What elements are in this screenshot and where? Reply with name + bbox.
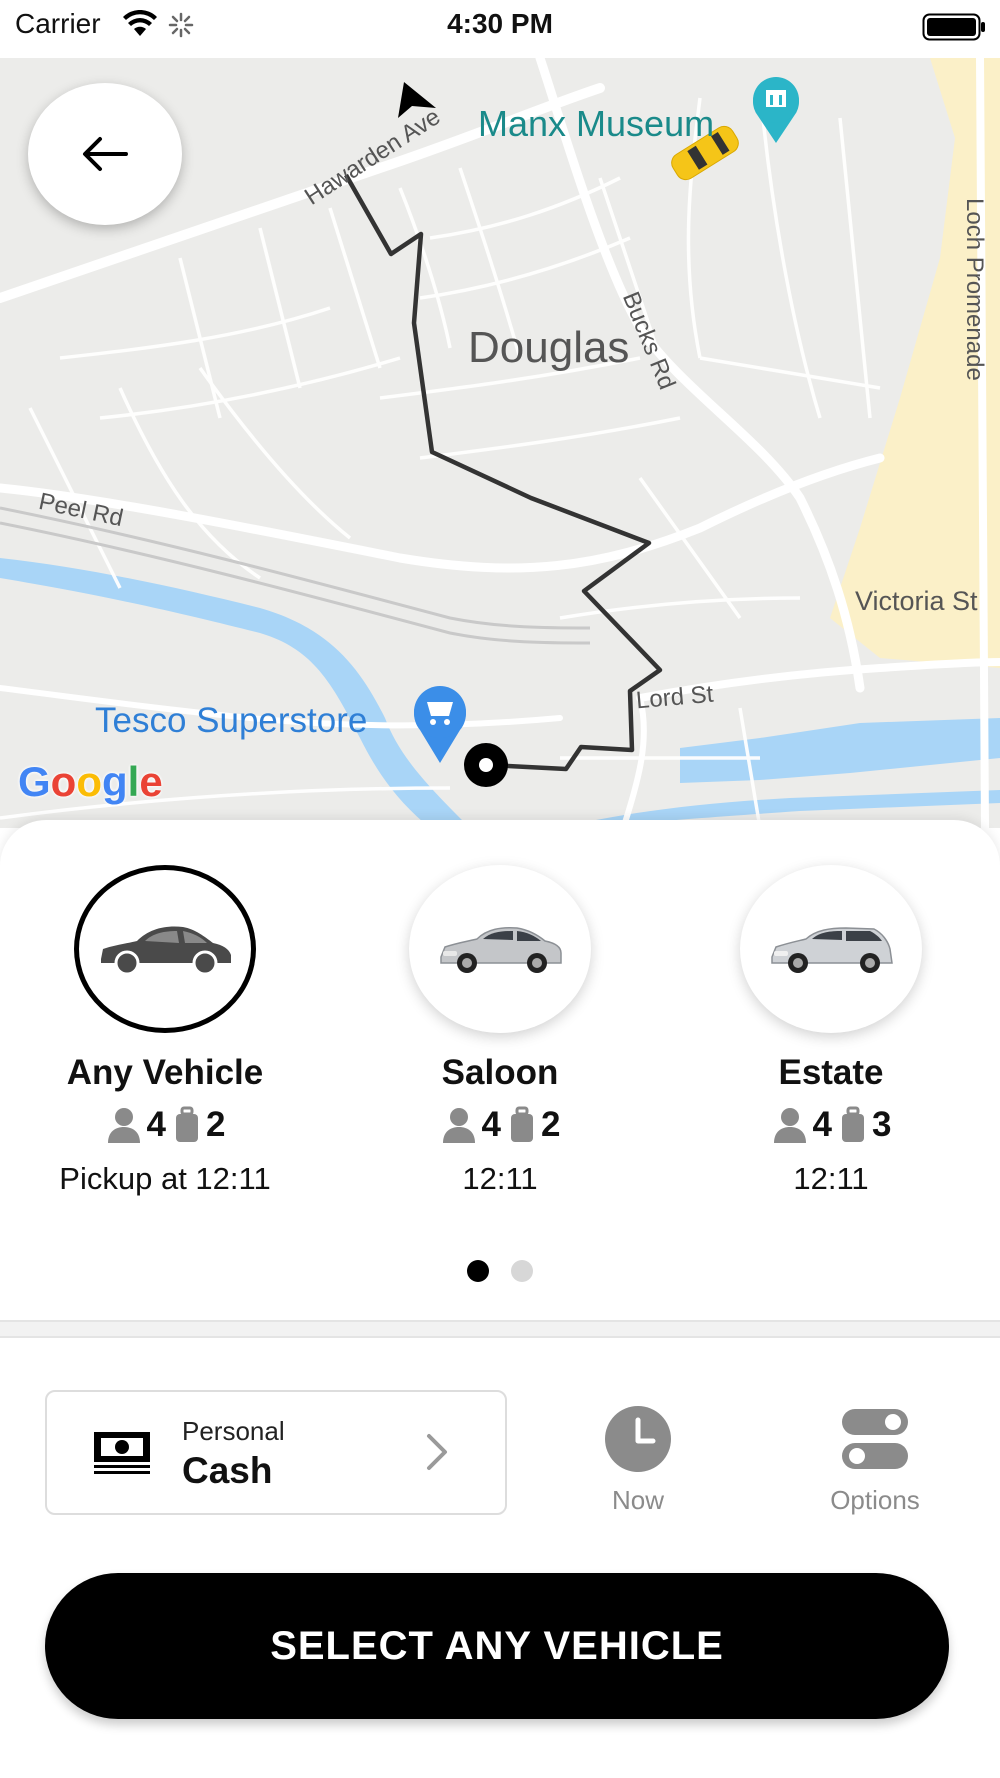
vehicle-image	[409, 865, 591, 1033]
back-button[interactable]	[28, 83, 182, 225]
map-label-tesco[interactable]: Tesco Superstore	[95, 701, 367, 741]
arrow-left-icon	[83, 137, 128, 171]
vehicle-option-estate[interactable]: Estate 4 3 12:11	[666, 865, 996, 1197]
pickup-time: Pickup at 12:11	[59, 1161, 271, 1196]
luggage-icon	[842, 1106, 864, 1142]
status-bar: Carrier 4:30 PM	[0, 0, 1000, 58]
luggage-icon	[511, 1106, 533, 1142]
vehicle-image	[74, 865, 256, 1033]
passenger-icon	[442, 1108, 475, 1143]
payment-method: Cash	[182, 1450, 273, 1491]
page-indicator[interactable]	[0, 1260, 1000, 1282]
map-label-victoria-st: Victoria St	[855, 586, 978, 616]
options-button[interactable]: Options	[790, 1403, 960, 1516]
vehicle-capacity: 4 3	[666, 1105, 996, 1145]
vehicle-image	[740, 865, 922, 1033]
passenger-icon	[107, 1108, 140, 1143]
vehicle-name: Any Vehicle	[66, 1053, 264, 1092]
select-vehicle-button[interactable]: SELECT ANY VEHICLE	[45, 1573, 949, 1719]
luggage-count: 2	[206, 1105, 226, 1144]
passenger-count: 4	[812, 1105, 832, 1144]
payment-type: Personal	[182, 1416, 285, 1446]
map-label-douglas: Douglas	[468, 323, 630, 372]
vehicle-name: Saloon	[441, 1053, 559, 1092]
map-label-loch-promenade: Loch Promenade	[961, 198, 988, 381]
page-dot[interactable]	[511, 1260, 533, 1282]
page-dot-active[interactable]	[467, 1260, 489, 1282]
clock-icon	[605, 1406, 671, 1472]
passenger-count: 4	[481, 1105, 501, 1144]
vehicle-name: Estate	[778, 1053, 884, 1092]
luggage-icon	[176, 1106, 198, 1142]
chevron-right-icon	[424, 1432, 450, 1477]
map-label-manx-museum[interactable]: Manx Museum	[478, 103, 714, 145]
google-logo: Google	[18, 758, 163, 805]
luggage-count: 3	[872, 1105, 892, 1144]
luggage-count: 2	[541, 1105, 561, 1144]
vehicle-option-any[interactable]: Any Vehicle 4 2 Pickup at 12:11	[0, 865, 330, 1197]
clock-time: 4:30 PM	[447, 8, 553, 39]
pickup-time: 12:11	[793, 1161, 869, 1196]
section-divider	[0, 1320, 1000, 1338]
estate-car-icon	[771, 927, 893, 973]
cash-icon	[92, 1430, 152, 1481]
vehicle-capacity: 4 2	[0, 1105, 330, 1145]
passenger-count: 4	[146, 1105, 166, 1144]
options-label: Options	[830, 1485, 920, 1515]
vehicle-option-saloon[interactable]: Saloon 4 2 12:11	[335, 865, 665, 1197]
saloon-car-icon	[440, 927, 562, 973]
pickup-time-button[interactable]: Now	[553, 1403, 723, 1516]
pickup-time-label: Now	[611, 1485, 664, 1515]
pickup-time: 12:11	[462, 1161, 538, 1196]
vehicle-capacity: 4 2	[335, 1105, 665, 1145]
passenger-icon	[773, 1108, 806, 1143]
vehicle-selection-sheet: Any Vehicle 4 2 Pickup at 12:11 Saloon 4…	[0, 820, 1000, 1778]
battery-icon	[922, 12, 986, 47]
payment-method-selector[interactable]: Personal Cash	[45, 1390, 507, 1515]
car-silhouette-icon	[101, 926, 231, 976]
toggle-options-icon	[842, 1409, 908, 1469]
